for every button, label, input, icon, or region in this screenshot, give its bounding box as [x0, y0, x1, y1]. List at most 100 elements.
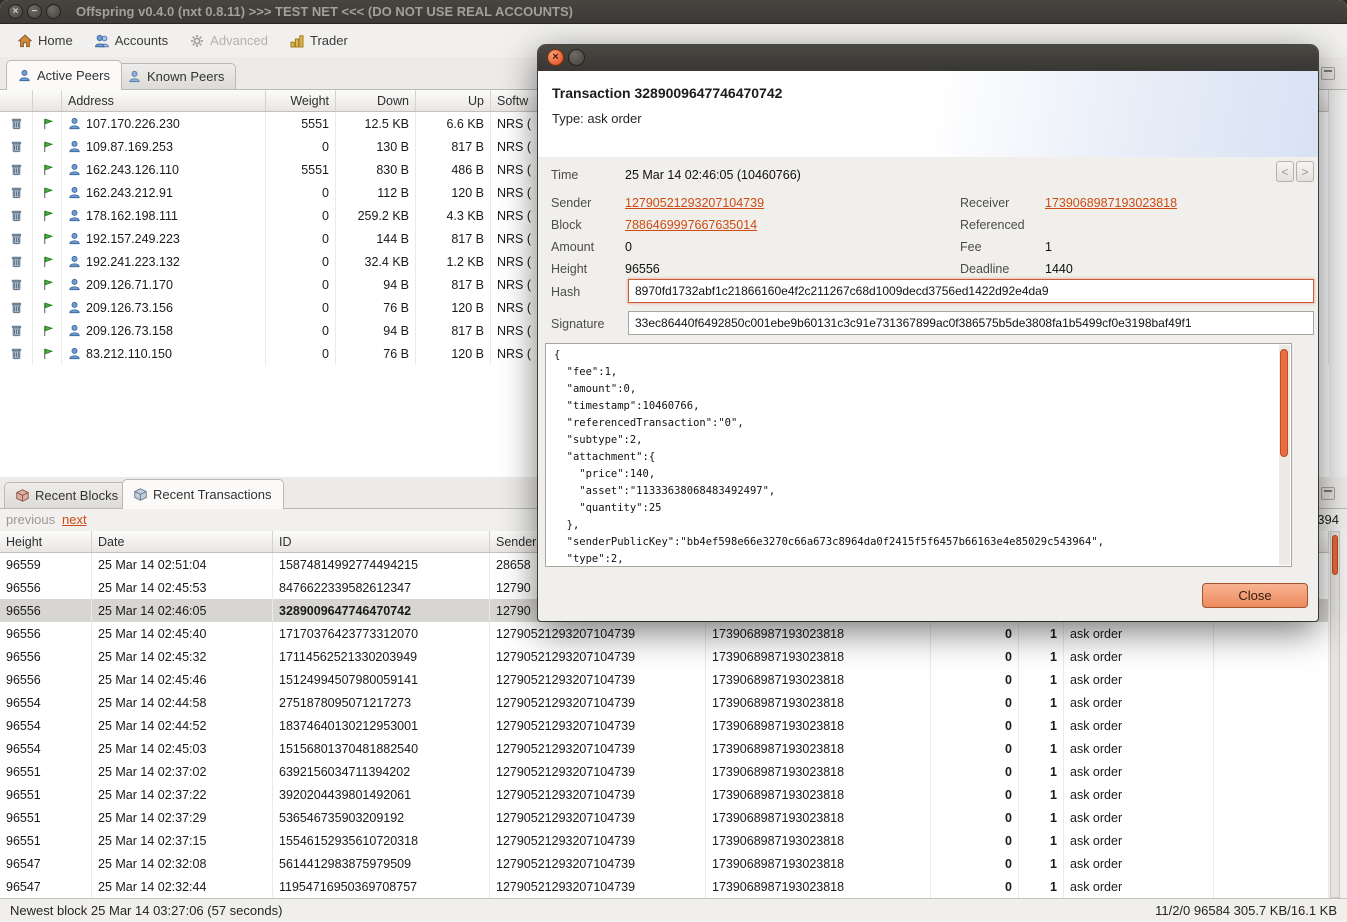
transactions-scrollbar[interactable]	[1330, 531, 1340, 898]
column-header-height[interactable]: Height	[0, 531, 92, 552]
transaction-row[interactable]: 96554 25 Mar 14 02:45:03 151568013704818…	[0, 737, 1329, 760]
transaction-row[interactable]: 96551 25 Mar 14 02:37:29 536546735903209…	[0, 806, 1329, 829]
scrollbar-thumb[interactable]	[1332, 535, 1338, 575]
previous-transaction-button[interactable]: <	[1276, 161, 1294, 182]
tx-amount: 0	[931, 829, 1019, 852]
transaction-row[interactable]: 96556 25 Mar 14 02:45:32 171145625213302…	[0, 645, 1329, 668]
window-maximize-icon[interactable]	[46, 4, 61, 19]
tx-fee: 1	[1019, 806, 1064, 829]
tab-recent-transactions[interactable]: Recent Transactions	[122, 479, 284, 509]
tab-active-peers[interactable]: Active Peers	[6, 60, 122, 90]
menu-item-home[interactable]: Home	[8, 27, 83, 54]
transaction-row[interactable]: 96556 25 Mar 14 02:45:40 171703764237733…	[0, 622, 1329, 645]
window-close-icon[interactable]: ×	[8, 4, 23, 19]
tab-label: Known Peers	[147, 69, 225, 84]
peer-icon	[69, 255, 80, 268]
column-header-down[interactable]: Down	[336, 90, 416, 111]
tx-receiver: 1739068987193023818	[706, 829, 931, 852]
trash-icon[interactable]	[10, 347, 23, 360]
tab-known-peers[interactable]: Known Peers	[116, 63, 237, 89]
json-scrollbar[interactable]	[1279, 345, 1290, 565]
tx-blank	[1214, 783, 1329, 806]
trash-icon[interactable]	[10, 163, 23, 176]
peer-address: 209.126.73.158	[86, 323, 173, 338]
hash-field[interactable]: 8970fd1732abf1c21866160e4f2c211267c68d10…	[628, 279, 1314, 303]
peer-address-cell: 209.126.73.158	[62, 319, 266, 342]
trash-icon[interactable]	[10, 117, 23, 130]
minimize-view-icon[interactable]	[1321, 487, 1335, 500]
trash-icon[interactable]	[10, 324, 23, 337]
column-header-up[interactable]: Up	[416, 90, 491, 111]
block-link[interactable]: 7886469997667635014	[625, 218, 757, 232]
trash-icon[interactable]	[10, 186, 23, 199]
menu-item-advanced[interactable]: Advanced	[180, 27, 278, 54]
previous-page-link[interactable]: previous	[6, 512, 55, 527]
tx-id: 17114562521330203949	[273, 645, 490, 668]
receiver-link[interactable]: 1739068987193023818	[1045, 196, 1177, 210]
trash-icon[interactable]	[10, 301, 23, 314]
window-minimize-icon[interactable]: −	[27, 4, 42, 19]
column-header-address[interactable]: Address	[62, 90, 266, 111]
dialog-window-icon[interactable]	[568, 49, 585, 66]
tab-label: Recent Transactions	[153, 487, 272, 502]
statusbar: Newest block 25 Mar 14 03:27:06 (57 seco…	[0, 898, 1347, 922]
peer-address-cell: 209.126.73.156	[62, 296, 266, 319]
column-header-date[interactable]: Date	[92, 531, 273, 552]
field-fee: Fee 1	[960, 240, 1052, 254]
sender-link[interactable]: 12790521293207104739	[625, 196, 764, 210]
transaction-row[interactable]: 96551 25 Mar 14 02:37:22 392020443980149…	[0, 783, 1329, 806]
next-page-link[interactable]: next	[62, 512, 87, 527]
trash-icon[interactable]	[10, 140, 23, 153]
minimize-view-icon[interactable]	[1321, 67, 1335, 80]
peer-icon	[69, 324, 80, 337]
column-header-blank	[0, 90, 33, 111]
tx-date: 25 Mar 14 02:32:08	[92, 852, 273, 875]
accounts-icon	[94, 34, 109, 47]
flag-icon	[43, 302, 53, 314]
transaction-row[interactable]: 96547 25 Mar 14 02:32:08 561441298387597…	[0, 852, 1329, 875]
trash-icon[interactable]	[10, 255, 23, 268]
tx-amount: 0	[931, 668, 1019, 691]
tx-receiver: 1739068987193023818	[706, 668, 931, 691]
tx-amount: 0	[931, 691, 1019, 714]
signature-field[interactable]: 33ec86440f6492850c001ebe9b60131c3c91e731…	[628, 311, 1314, 335]
close-button[interactable]: Close	[1202, 583, 1308, 608]
tx-sender: 12790521293207104739	[490, 737, 706, 760]
column-header-weight[interactable]: Weight	[266, 90, 336, 111]
flag-icon	[43, 233, 53, 245]
tx-type: ask order	[1064, 622, 1214, 645]
peer-address-cell: 83.212.110.150	[62, 342, 266, 365]
peer-weight: 0	[266, 319, 336, 342]
peer-delete-cell	[0, 319, 33, 342]
transaction-row[interactable]: 96556 25 Mar 14 02:45:46 151249945079800…	[0, 668, 1329, 691]
tx-height: 96556	[0, 668, 92, 691]
peer-icon	[69, 278, 80, 291]
transaction-row[interactable]: 96551 25 Mar 14 02:37:15 155461529356107…	[0, 829, 1329, 852]
trash-icon[interactable]	[10, 209, 23, 222]
trash-icon[interactable]	[10, 278, 23, 291]
menu-item-trader[interactable]: Trader	[280, 27, 358, 54]
column-header-id[interactable]: ID	[273, 531, 490, 552]
tx-id: 15874814992774494215	[273, 553, 490, 576]
transaction-cube-icon	[134, 488, 147, 501]
peer-address-cell: 162.243.126.110	[62, 158, 266, 181]
peer-flag-cell	[33, 227, 62, 250]
transaction-row[interactable]: 96554 25 Mar 14 02:44:58 275187809507121…	[0, 691, 1329, 714]
status-newest-block: Newest block 25 Mar 14 03:27:06 (57 seco…	[10, 903, 283, 918]
tx-height: 96556	[0, 599, 92, 622]
transaction-row[interactable]: 96547 25 Mar 14 02:32:44 119547169503697…	[0, 875, 1329, 898]
tx-id: 15156801370481882540	[273, 737, 490, 760]
trash-icon[interactable]	[10, 232, 23, 245]
scrollbar-thumb[interactable]	[1280, 349, 1288, 457]
peer-up: 1.2 KB	[416, 250, 491, 273]
dialog-close-icon[interactable]: ×	[547, 49, 564, 66]
transaction-json-area[interactable]: { "fee":1, "amount":0, "timestamp":10460…	[545, 343, 1292, 567]
tab-recent-blocks[interactable]: Recent Blocks	[4, 482, 131, 508]
transaction-row[interactable]: 96551 25 Mar 14 02:37:02 639215603471139…	[0, 760, 1329, 783]
dialog-subtitle: Type: ask order	[552, 111, 642, 126]
tx-type: ask order	[1064, 645, 1214, 668]
next-transaction-button[interactable]: >	[1296, 161, 1314, 182]
menu-item-accounts[interactable]: Accounts	[85, 27, 178, 54]
tx-fee: 1	[1019, 714, 1064, 737]
transaction-row[interactable]: 96554 25 Mar 14 02:44:52 183746401302129…	[0, 714, 1329, 737]
